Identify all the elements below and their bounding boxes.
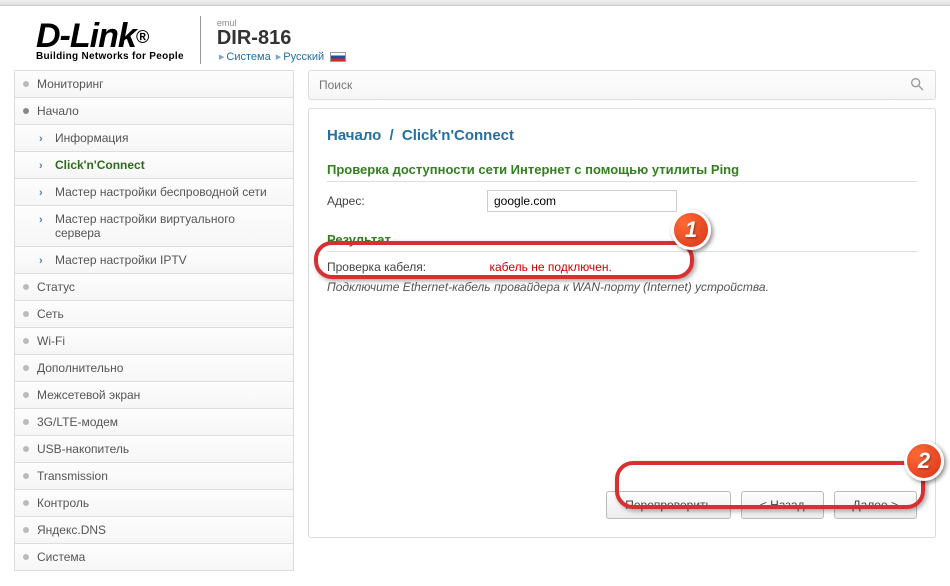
logo-text: D-Link (36, 17, 136, 55)
sidebar-item-firewall[interactable]: Межсетевой экран (14, 382, 294, 409)
sidebar-item-advanced[interactable]: Дополнительно (14, 355, 294, 382)
chevron-right-icon: › (39, 133, 43, 145)
sidebar-item-information[interactable]: › Информация (14, 125, 294, 152)
logo-tagline: Building Networks for People (36, 51, 184, 62)
model-box: emul DIR-816 ▸Система ▸Русский (217, 18, 346, 63)
sidebar-item-wifi[interactable]: Wi-Fi (14, 328, 294, 355)
bullet-icon (23, 108, 29, 114)
annotation-badge-2: 2 (904, 441, 944, 481)
sidebar-item-system[interactable]: Система (14, 544, 294, 571)
sidebar-item-label: Мастер настройки виртуального сервера (55, 212, 235, 240)
header-divider (200, 16, 201, 64)
content-area: Начало / Click'n'Connect Проверка доступ… (308, 70, 936, 571)
bullet-icon (23, 81, 29, 87)
bullet-icon (23, 419, 29, 425)
sidebar-item-3g-lte[interactable]: 3G/LTE-модем (14, 409, 294, 436)
sidebar-item-label: Информация (55, 131, 128, 145)
search-input[interactable] (319, 78, 864, 92)
sidebar-menu: Мониторинг Начало › Информация › Click'n'C… (14, 70, 294, 571)
sidebar-item-transmission[interactable]: Transmission (14, 463, 294, 490)
sidebar-item-wireless-wizard[interactable]: › Мастер настройки беспроводной сети (14, 179, 294, 206)
sidebar-item-network[interactable]: Сеть (14, 301, 294, 328)
address-label: Адрес: (327, 194, 477, 208)
sidebar-item-clicknconnect[interactable]: › Click'n'Connect (14, 152, 294, 179)
logo-registered: ® (136, 27, 148, 47)
breadcrumb: Начало / Click'n'Connect (327, 127, 917, 144)
chevron-right-icon: ▸ (219, 51, 225, 63)
sidebar-item-label: Контроль (37, 496, 89, 510)
address-input[interactable] (487, 190, 677, 212)
model-name: DIR-816 (217, 28, 346, 48)
sidebar-item-label: Межсетевой экран (37, 388, 140, 402)
bullet-icon (23, 446, 29, 452)
sidebar-item-iptv-wizard[interactable]: › Мастер настройки IPTV (14, 247, 294, 274)
cable-check-value: кабель не подключен. (489, 260, 611, 274)
sidebar-item-status[interactable]: Статус (14, 274, 294, 301)
sidebar-item-label: Дополнительно (37, 361, 123, 375)
nav-language[interactable]: Русский (283, 51, 324, 63)
bullet-icon (23, 311, 29, 317)
sidebar-item-label: USB-накопитель (37, 442, 129, 456)
sidebar-item-yandex-dns[interactable]: Яндекс.DNS (14, 517, 294, 544)
bullet-icon (23, 527, 29, 533)
bullet-icon (23, 338, 29, 344)
result-block: Результат Проверка кабеля: кабель не под… (327, 232, 917, 294)
sidebar-item-label: Wi-Fi (37, 334, 65, 348)
annotation-badge-1: 1 (671, 210, 711, 250)
header: D-Link® Building Networks for People emu… (0, 6, 950, 70)
cable-check-label: Проверка кабеля: (327, 260, 426, 274)
sidebar-item-label: Мастер настройки IPTV (55, 253, 187, 267)
sidebar-item-label: Click'n'Connect (55, 158, 145, 172)
cable-check-row: Проверка кабеля: кабель не подключен. (327, 260, 917, 274)
bullet-icon (23, 284, 29, 290)
nav-system[interactable]: Система (226, 51, 270, 63)
bullet-icon (23, 500, 29, 506)
next-button[interactable]: Далее > (834, 491, 918, 519)
chevron-right-icon: ▸ (276, 51, 282, 63)
chevron-right-icon: › (39, 255, 43, 267)
search-icon[interactable] (909, 76, 925, 95)
sidebar-item-label: Transmission (37, 469, 108, 483)
recheck-button[interactable]: Перепроверить (606, 491, 731, 519)
header-subnav: ▸Система ▸Русский (217, 50, 346, 63)
back-button[interactable]: < Назад (741, 491, 824, 519)
bullet-icon (23, 392, 29, 398)
breadcrumb-sep: / (385, 127, 398, 144)
breadcrumb-page: Click'n'Connect (402, 127, 514, 144)
chevron-right-icon: › (39, 214, 43, 226)
sidebar-item-label: Система (37, 550, 85, 564)
sidebar-item-label: 3G/LTE-модем (37, 415, 118, 429)
section-ping-title: Проверка доступности сети Интернет с пом… (327, 162, 917, 182)
brand-logo: D-Link® Building Networks for People (36, 19, 184, 62)
sidebar: Мониторинг Начало › Информация › Click'n'C… (14, 70, 294, 571)
content-panel: Начало / Click'n'Connect Проверка доступ… (308, 108, 936, 538)
search-bar (308, 70, 936, 100)
emul-label: emul (217, 18, 346, 28)
sidebar-item-label: Яндекс.DNS (37, 523, 106, 537)
chevron-right-icon: › (39, 187, 43, 199)
sidebar-item-label: Статус (37, 280, 75, 294)
sidebar-item-start[interactable]: Начало (14, 98, 294, 125)
sidebar-item-label: Начало (37, 104, 79, 118)
bullet-icon (23, 365, 29, 371)
breadcrumb-root[interactable]: Начало (327, 127, 381, 144)
sidebar-item-label: Сеть (37, 307, 64, 321)
sidebar-item-control[interactable]: Контроль (14, 490, 294, 517)
address-row: Адрес: (327, 190, 917, 212)
bullet-icon (23, 473, 29, 479)
sidebar-item-monitoring[interactable]: Мониторинг (14, 71, 294, 98)
sidebar-item-label: Мастер настройки беспроводной сети (55, 185, 267, 199)
main-layout: Мониторинг Начало › Информация › Click'n'C… (0, 70, 950, 585)
bullet-icon (23, 554, 29, 560)
cable-hint: Подключите Ethernet-кабель провайдера к … (327, 280, 917, 294)
sidebar-item-usb[interactable]: USB-накопитель (14, 436, 294, 463)
chevron-right-icon: › (39, 160, 43, 172)
flag-ru-icon (330, 52, 346, 62)
sidebar-item-label: Мониторинг (37, 77, 104, 91)
section-result-title: Результат (327, 232, 917, 252)
sidebar-item-vserver-wizard[interactable]: › Мастер настройки виртуального сервера (14, 206, 294, 247)
wizard-buttons: Перепроверить < Назад Далее > (606, 491, 917, 519)
